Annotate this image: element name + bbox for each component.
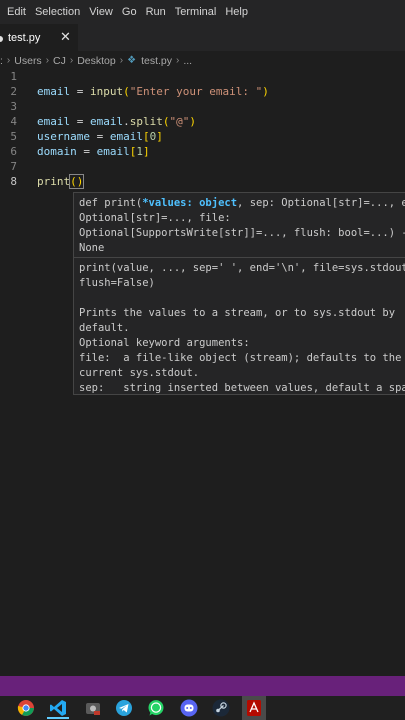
vscode-icon[interactable] [49, 699, 67, 717]
chevron-right-icon: › [6, 55, 11, 66]
breadcrumb-desktop[interactable]: Desktop [77, 55, 116, 67]
token-variable: email [96, 145, 130, 158]
token-string: "@" [169, 115, 190, 128]
documentation-text: print(value, ..., sep=' ', end='\n', fil… [79, 262, 405, 394]
breadcrumb-file[interactable]: test.py [141, 55, 172, 67]
token-variable: email [37, 85, 71, 98]
token-operator: = [70, 115, 90, 128]
signature-prefix: def print( [79, 197, 143, 209]
code-text: email = email.split("@") [37, 115, 196, 128]
active-app-indicator [47, 717, 69, 719]
token-paren: () [69, 174, 85, 189]
menu-help[interactable]: Help [225, 6, 248, 18]
token-function: input [90, 85, 124, 98]
tab-test-py[interactable]: test.py ✕ [0, 24, 78, 52]
breadcrumb-cj[interactable]: CJ [53, 55, 66, 67]
chevron-right-icon: › [176, 55, 180, 66]
line-number: 2 [10, 85, 17, 98]
code-line: 1 [0, 70, 405, 85]
token-string: "Enter your email: " [129, 85, 263, 98]
token-operator: = [89, 130, 110, 143]
breadcrumb-symbol[interactable]: ... [183, 55, 192, 67]
menu-terminal[interactable]: Terminal [175, 6, 217, 18]
chrome-icon[interactable] [17, 699, 35, 717]
code-line-current: 8 print() [0, 174, 405, 190]
code-text: email = input("Enter your email: ") [37, 85, 269, 98]
token-paren: ( [123, 85, 130, 98]
token-operator: = [70, 85, 90, 98]
line-number: 6 [10, 145, 17, 158]
chevron-right-icon: › [69, 55, 74, 66]
line-number: 7 [10, 160, 17, 173]
token-variable: email [109, 130, 143, 143]
telegram-icon[interactable] [115, 699, 133, 717]
breadcrumb-drive[interactable]: : [0, 55, 3, 67]
breadcrumb-users[interactable]: Users [14, 55, 41, 67]
token-paren: ) [189, 115, 196, 128]
token-bracket: [ [142, 130, 150, 143]
python-file-icon: ❖ [127, 55, 137, 66]
breadcrumb: : › Users › CJ › Desktop › ❖ test.py › .… [0, 51, 405, 70]
steam-icon[interactable] [212, 699, 230, 717]
code-line: 4 email = email.split("@") [0, 115, 405, 130]
status-bar [0, 676, 405, 696]
menu-edit[interactable]: Edit [7, 6, 26, 18]
token-variable: email [90, 115, 124, 128]
popup-divider [74, 257, 405, 258]
code-text: username = email[0] [37, 130, 163, 143]
token-variable: email [37, 115, 71, 128]
menu-view[interactable]: View [89, 6, 113, 18]
chevron-right-icon: › [119, 55, 124, 66]
code-line: 5 username = email[0] [0, 130, 405, 145]
unsaved-dot-icon [0, 36, 3, 42]
menu-selection[interactable]: Selection [35, 6, 80, 18]
code-line: 6 domain = email[1] [0, 145, 405, 160]
line-number: 3 [10, 100, 17, 113]
whatsapp-icon[interactable] [147, 699, 165, 717]
token-bracket: ] [156, 130, 163, 143]
close-icon[interactable]: ✕ [60, 29, 71, 45]
tab-label: test.py [8, 32, 41, 44]
app-icon[interactable] [84, 699, 102, 717]
code-line: 7 [0, 160, 405, 175]
code-line: 2 email = input("Enter your email: ") [0, 85, 405, 100]
token-paren: ) [262, 85, 269, 98]
token-paren: ( [162, 115, 170, 128]
token-variable: domain [37, 145, 77, 158]
signature-text: def print(*values: object, sep: Optional… [79, 196, 405, 256]
token-function: split [129, 115, 163, 128]
token-variable: username [37, 130, 90, 143]
taskbar [0, 696, 405, 720]
menu-bar: Edit Selection View Go Run Terminal Help [0, 0, 405, 24]
line-number: 4 [10, 115, 17, 128]
menu-go[interactable]: Go [122, 6, 137, 18]
discord-icon[interactable] [180, 699, 198, 717]
signature-active-param: *values: object [142, 197, 238, 209]
pdf-icon[interactable] [245, 699, 263, 717]
tab-bar: test.py ✕ [0, 24, 405, 52]
token-dot: . [123, 115, 130, 128]
code-text: print() [37, 174, 85, 189]
chevron-right-icon: › [45, 55, 50, 66]
signature-help-popup: def print(*values: object, sep: Optional… [73, 192, 405, 395]
menu-run[interactable]: Run [146, 6, 166, 18]
line-number: 5 [10, 130, 17, 143]
token-function: print [37, 175, 71, 188]
token-operator: = [76, 145, 97, 158]
code-line: 3 [0, 100, 405, 115]
line-number: 1 [10, 70, 17, 83]
code-text: domain = email[1] [37, 145, 150, 158]
line-number: 8 [10, 175, 17, 188]
token-number: 1 [136, 145, 143, 158]
token-bracket: ] [143, 145, 150, 158]
